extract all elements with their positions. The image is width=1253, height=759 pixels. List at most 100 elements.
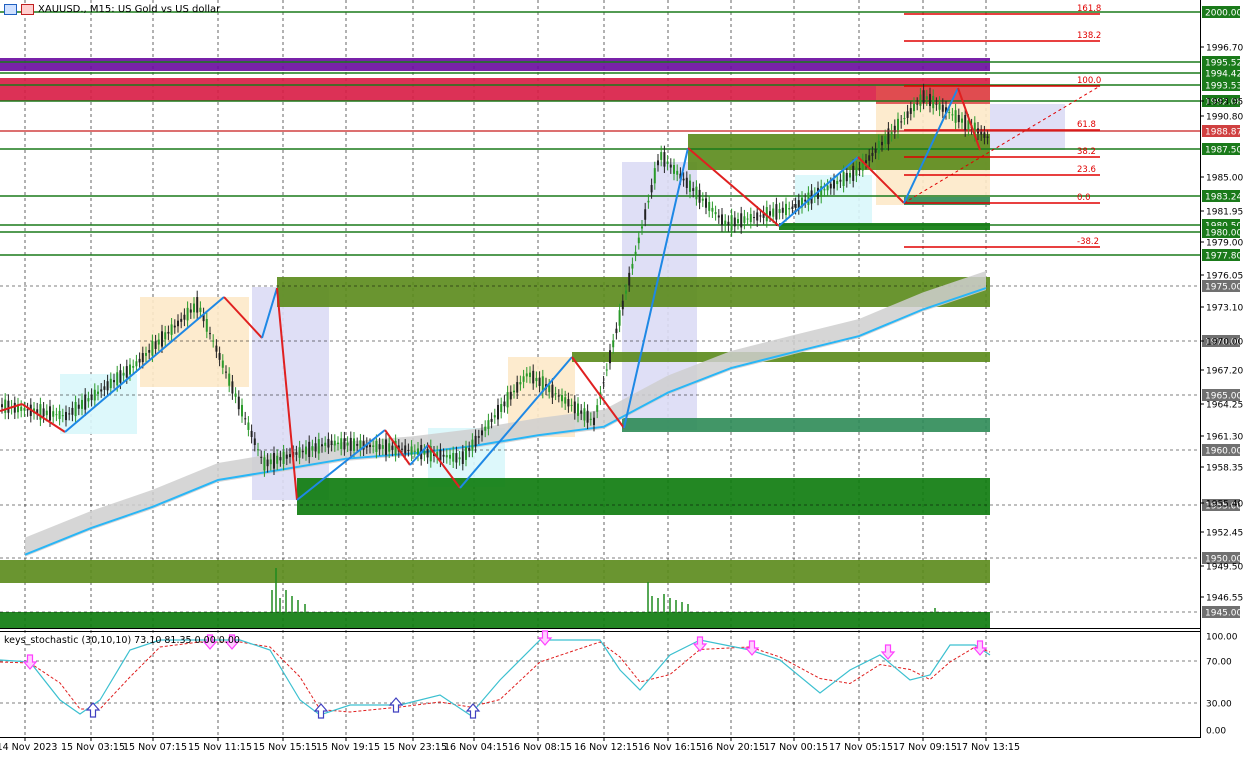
candle-body <box>695 186 698 200</box>
candle-body <box>919 94 922 106</box>
candle-body <box>529 372 531 378</box>
candle-body <box>193 303 195 313</box>
candle-body <box>618 310 621 326</box>
indicator-level-label: 0.00 <box>1206 727 1226 737</box>
candle-body <box>653 168 656 184</box>
price-level-tag: 1945.00 <box>1202 606 1242 619</box>
candle-body <box>346 442 349 446</box>
candle-body <box>157 339 160 345</box>
candle-body <box>487 420 490 429</box>
candle-body <box>212 340 215 342</box>
candle-body <box>295 452 298 455</box>
price-tick-label: 1961.30 <box>1206 433 1243 443</box>
time-axis-label: 16 Nov 12:15 <box>574 742 638 753</box>
time-axis-label: 16 Nov 20:15 <box>701 742 765 753</box>
candle-body <box>909 108 912 114</box>
candle-body <box>20 406 23 411</box>
candle-body <box>833 180 835 189</box>
candle-body <box>740 213 743 228</box>
candle-body <box>253 438 256 445</box>
candle-body <box>692 188 695 192</box>
indicator-level-label: 100.00 <box>1206 633 1238 643</box>
candle-body <box>689 180 691 192</box>
indicator-level-label: 70.00 <box>1206 658 1232 668</box>
candle-body <box>551 384 554 398</box>
candle-body <box>61 415 64 417</box>
candle-body <box>298 447 301 458</box>
candle-body <box>842 171 845 186</box>
candle-body <box>906 111 909 118</box>
price-zone <box>622 418 990 432</box>
candle-body <box>282 451 285 464</box>
candle-body <box>458 457 461 460</box>
candle-body <box>823 189 826 191</box>
candle-body <box>356 443 359 446</box>
candle-body <box>660 152 663 160</box>
time-axis-label: 14 Nov 2023 <box>0 742 57 753</box>
candle-body <box>1 404 3 408</box>
candle-body <box>493 415 496 418</box>
time-axis-label: 15 Nov 19:15 <box>316 742 380 753</box>
candle-body <box>23 408 26 411</box>
fibonacci-level-label: 38.2 <box>1077 147 1096 157</box>
candle-body <box>794 203 797 209</box>
price-tick-label: 1967.20 <box>1206 367 1243 377</box>
price-level-tag: 2000.00 <box>1202 6 1242 19</box>
price-zone <box>688 134 990 170</box>
candle-body <box>167 331 170 334</box>
candle-body <box>631 263 634 269</box>
candle-body <box>573 401 576 414</box>
candle-body <box>925 96 928 100</box>
candle-body <box>727 221 730 226</box>
candle-body <box>93 389 96 401</box>
candle-body <box>199 307 202 312</box>
candle-body <box>561 394 563 402</box>
candle-body <box>308 441 311 457</box>
candle-body <box>225 371 227 373</box>
candle-body <box>916 103 919 105</box>
candle-body <box>759 215 762 217</box>
candle-body <box>548 385 551 393</box>
price-tick-label: 1976.05 <box>1206 272 1243 282</box>
candle-body <box>97 391 99 394</box>
candle-body <box>756 212 759 221</box>
price-level-tag: 1983.24 <box>1202 190 1242 203</box>
candle-body <box>826 185 829 191</box>
candle-body <box>666 161 669 164</box>
candle-body <box>951 114 954 116</box>
candle-body <box>314 443 317 452</box>
candle-body <box>490 418 493 422</box>
candle-body <box>279 457 282 461</box>
candle-body <box>650 184 653 193</box>
candle-body <box>769 211 771 216</box>
candle-body <box>391 445 394 450</box>
candle-body <box>100 389 103 392</box>
candle-body <box>417 448 419 455</box>
time-axis-label: 15 Nov 15:15 <box>253 742 317 753</box>
candle-body <box>935 103 938 105</box>
candle-body <box>737 219 739 224</box>
price-tick-label: 1985.00 <box>1206 174 1243 184</box>
candle-body <box>68 413 71 415</box>
time-axis-label: 16 Nov 08:15 <box>508 742 572 753</box>
candle-body <box>612 340 615 348</box>
candle-body <box>311 446 314 451</box>
candle-body <box>749 213 752 223</box>
candle-body <box>481 430 483 436</box>
candle-body <box>372 445 375 447</box>
candle-body <box>884 136 887 144</box>
candle-body <box>173 325 176 328</box>
chart-window[interactable]: 2000.00 1995.52 1994.42 1993.53 1992.08 1988.… <box>0 0 1253 755</box>
candle-body <box>525 373 528 377</box>
fibonacci-level-label: 100.0 <box>1077 76 1101 86</box>
candle-body <box>154 341 157 349</box>
chart-title-text: XAUUSD., M15: US Gold vs US dollar <box>38 4 221 15</box>
candle-body <box>721 214 723 226</box>
candle-body <box>42 408 45 417</box>
candle-body <box>676 170 679 175</box>
time-axis-label: 17 Nov 13:15 <box>956 742 1020 753</box>
candle-body <box>961 118 963 123</box>
candle-body <box>49 406 51 421</box>
price-level-tag-label: 1960.00 <box>1205 447 1242 457</box>
candle-body <box>964 114 967 131</box>
